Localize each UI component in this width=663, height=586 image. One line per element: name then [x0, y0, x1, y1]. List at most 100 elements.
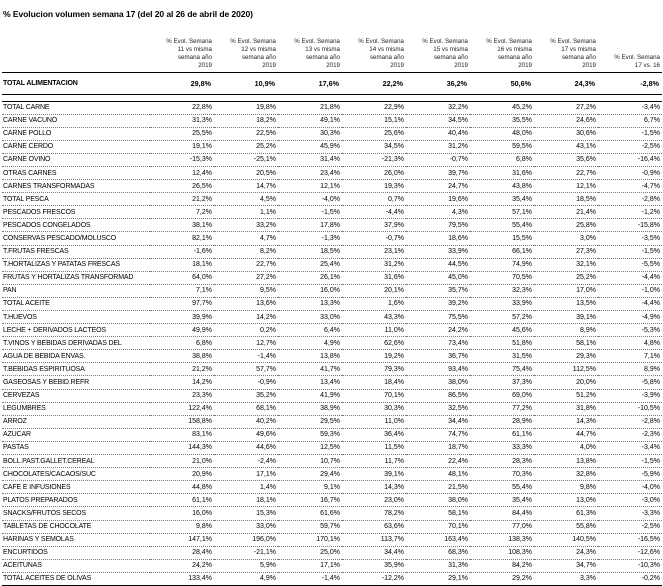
value-cell: 57,2%	[470, 310, 534, 325]
value-cell: 30,3%	[342, 402, 406, 416]
value-cell: 6,8%	[470, 153, 534, 167]
table-row: ARROZ 158,8% 40,2% 29,5% 11,0% 34,4% 28,9% 14,3…	[2, 415, 662, 429]
value-cell: 3,3%	[534, 572, 598, 586]
value-cell: -0,2%	[598, 572, 662, 586]
row-label: GASEOSAS Y BEBID.REFR	[2, 375, 150, 390]
value-cell: -3,9%	[598, 389, 662, 403]
value-cell: 51,2%	[534, 389, 598, 403]
value-cell: 13,0%	[534, 493, 598, 508]
value-cell: 20,9%	[150, 467, 214, 482]
value-cell: 16,7%	[278, 493, 342, 508]
value-cell: 7,2%	[150, 205, 214, 220]
value-cell: -21,1%	[214, 546, 278, 560]
value-cell: -2,3%	[598, 428, 662, 442]
spreadsheet-page: % Evolucion volumen semana 17 (del 20 al…	[0, 0, 663, 586]
value-cell: 61,6%	[278, 506, 342, 521]
value-cell: 38,0%	[406, 375, 470, 390]
value-cell: -25,1%	[214, 153, 278, 167]
value-cell: 35,4%	[470, 493, 534, 508]
value-cell: -2,4%	[214, 454, 278, 469]
value-cell: 31,3%	[150, 114, 214, 128]
column-header-line: 2019	[262, 61, 276, 69]
table-row: CHOCOLATES/CACAOS/SUC 20,9% 17,1% 29,4% 39,1…	[2, 467, 662, 482]
column-header-line: % Evol. Semana	[422, 37, 468, 45]
value-cell: 15,3%	[214, 506, 278, 521]
value-cell: 13,8%	[278, 349, 342, 364]
value-cell: 13,6%	[214, 297, 278, 312]
value-cell: 13,8%	[534, 454, 598, 469]
row-label: CAFE E INFUSIONES	[2, 480, 150, 495]
value-cell: 18,6%	[406, 231, 470, 246]
value-cell: 8,2%	[214, 245, 278, 259]
column-header-5: % Evol. Semana 15 vs misma semana año 2019	[406, 27, 470, 73]
table-row: PESCADOS CONGELADOS 38,1% 33,2% 17,8% 37,9% 7…	[2, 218, 662, 233]
value-cell: 31,2%	[406, 140, 470, 154]
row-label: ENCURTIDOS	[2, 546, 150, 560]
column-header-line: 2019	[518, 61, 532, 69]
value-cell: 57,7%	[214, 362, 278, 377]
value-cell: 31,3%	[406, 559, 470, 573]
value-cell: 68,3%	[406, 546, 470, 560]
value-cell: 0,2%	[214, 323, 278, 338]
value-cell: 35,5%	[470, 114, 534, 128]
value-cell: -4,4%	[342, 205, 406, 220]
value-cell: 31,8%	[534, 402, 598, 416]
value-cell: 30,6%	[534, 127, 598, 141]
value-cell: 6,8%	[150, 336, 214, 351]
value-cell: 83,1%	[150, 428, 214, 442]
value-cell: 4,5%	[214, 192, 278, 207]
value-cell: 27,2%	[214, 271, 278, 285]
column-header-line: 11 vs misma	[177, 45, 212, 53]
row-label: BOLL.PAST.GALLET.CEREAL	[2, 454, 150, 469]
value-cell: 9,1%	[278, 480, 342, 495]
row-label: FRUTAS Y HORTALIZAS TRANSFORMAD	[2, 271, 150, 285]
value-cell: 61,3%	[534, 506, 598, 521]
value-cell: 51,8%	[470, 336, 534, 351]
total-alimentacion-row: TOTAL ALIMENTACION 29,8% 10,9% 17,6% 22,2% 3…	[2, 72, 662, 95]
column-header-line: % Evol. Semana	[614, 53, 660, 61]
value-cell: 45,9%	[278, 140, 342, 154]
table-row: CAFE E INFUSIONES 44,8% 1,4% 9,1% 14,3% 21,5%…	[2, 480, 662, 495]
value-cell: 31,6%	[342, 271, 406, 285]
value-cell: 9,8%	[150, 520, 214, 534]
value-cell: 26,1%	[278, 271, 342, 285]
column-header-line: semana año	[433, 53, 468, 61]
column-header-1: % Evol. Semana 11 vs misma semana año 2019	[150, 27, 214, 73]
value-cell: 4,7%	[214, 231, 278, 246]
value-cell: 21,4%	[534, 205, 598, 220]
row-label: TOTAL CARNE	[2, 101, 150, 115]
table-row: CONSERVAS PESCADO/MOLUSCO 82,1% 4,7% -1,3% -…	[2, 231, 662, 246]
value-cell: -1,5%	[278, 205, 342, 220]
column-header-line: semana año	[561, 53, 596, 61]
value-cell: 28,4%	[150, 546, 214, 560]
value-cell: 1,1%	[214, 205, 278, 220]
value-cell: 18,1%	[214, 493, 278, 508]
column-header-2: % Evol. Semana 12 vs misma semana año 2019	[214, 27, 278, 73]
value-cell: 16,0%	[150, 506, 214, 521]
value-cell: 15,1%	[342, 114, 406, 128]
value-cell: 34,5%	[406, 114, 470, 128]
value-cell: 27,2%	[534, 101, 598, 115]
value-cell: -1,0%	[598, 284, 662, 298]
row-label: CONSERVAS PESCADO/MOLUSCO	[2, 231, 150, 246]
value-cell: 31,5%	[470, 349, 534, 364]
value-cell: 147,1%	[150, 533, 214, 547]
value-cell: 22,7%	[534, 166, 598, 181]
table-row: LEGUMBRES 122,4% 68,1% 38,9% 30,3% 32,5% 77,2%…	[2, 402, 662, 416]
value-cell: -5,8%	[598, 375, 662, 390]
value-cell: 12,5%	[278, 441, 342, 456]
value-cell: -1,3%	[278, 231, 342, 246]
value-cell: 55,4%	[470, 218, 534, 233]
table-row: CARNE VACUNO 31,3% 18,2% 49,1% 15,1% 34,5% 35,…	[2, 114, 662, 128]
value-cell: 45,6%	[470, 323, 534, 338]
value-cell: 18,1%	[150, 258, 214, 272]
value-cell: 45,2%	[470, 101, 534, 115]
value-cell: 138,3%	[470, 533, 534, 547]
value-cell: 19,8%	[214, 101, 278, 115]
table-row: SNACKS/FRUTOS SECOS 16,0% 15,3% 61,6% 78,2% 5…	[2, 506, 662, 521]
value-cell: -4,0%	[598, 480, 662, 495]
value-cell: -3,4%	[598, 101, 662, 115]
column-header-line: 15 vs misma	[433, 45, 468, 53]
row-label: CARNE POLLO	[2, 127, 150, 141]
value-cell: -10,5%	[598, 402, 662, 416]
